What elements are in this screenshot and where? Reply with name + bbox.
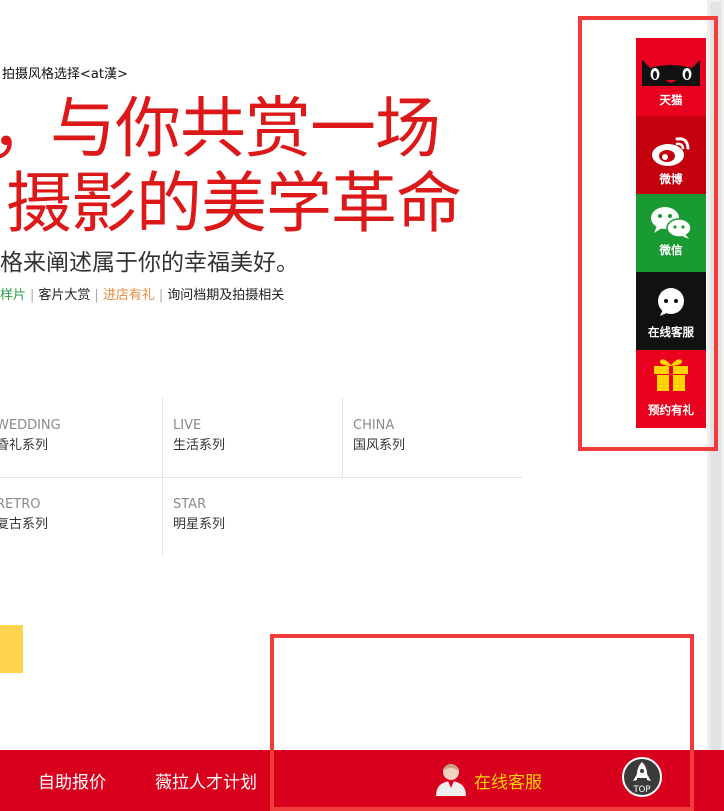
category-en: WEDDING (0, 418, 61, 433)
category-live[interactable]: LIVE 生活系列 (173, 416, 225, 456)
headline-line-2: 摄影的美学革命 (6, 165, 462, 242)
category-cn: 明星系列 (173, 517, 226, 532)
self-quote-link[interactable]: 自助报价 (38, 768, 106, 793)
link-separator: | (94, 288, 99, 303)
headline-line-1: 与你共赏一场 (50, 90, 441, 167)
link-separator: | (158, 288, 164, 303)
link-client-gallery[interactable]: 客片大赏 (38, 288, 90, 303)
category-china[interactable]: CHINA 国风系列 (353, 416, 405, 456)
yellow-tab[interactable] (0, 625, 23, 673)
category-retro[interactable]: RETRO 复古系列 (0, 495, 48, 535)
talent-plan-link[interactable]: 薇拉人才计划 (155, 768, 257, 793)
hero-subtitle: 格来阐述属于你的幸福美好。 (0, 250, 299, 276)
headline-fragment: ， (0, 96, 56, 162)
category-cn: 昏礼系列 (0, 438, 49, 453)
category-cn: 生活系列 (173, 438, 226, 453)
quick-links: 样片 | 客片大赏 | 进店有礼 | 询问档期及拍摄相关 (0, 284, 284, 303)
annotation-box-sidebar (578, 16, 718, 451)
category-wedding[interactable]: WEDDING 昏礼系列 (0, 416, 61, 456)
breadcrumb: 拍摄风格选择<at漢> (2, 67, 128, 82)
grid-divider (0, 477, 522, 478)
annotation-box-bottom (270, 634, 694, 811)
link-store-gift[interactable]: 进店有礼 (103, 288, 155, 303)
link-separator: | (30, 288, 35, 303)
link-samples[interactable]: 样片 (0, 288, 26, 303)
category-cn: 复古系列 (0, 517, 49, 532)
category-cn: 国风系列 (353, 438, 406, 453)
category-star[interactable]: STAR 明星系列 (173, 495, 225, 535)
category-en: STAR (173, 497, 207, 512)
category-en: CHINA (353, 418, 395, 433)
category-en: LIVE (173, 418, 202, 433)
category-en: RETRO (0, 497, 41, 512)
link-schedule-inquiry[interactable]: 询问档期及拍摄相关 (167, 288, 284, 303)
grid-divider (342, 398, 343, 477)
